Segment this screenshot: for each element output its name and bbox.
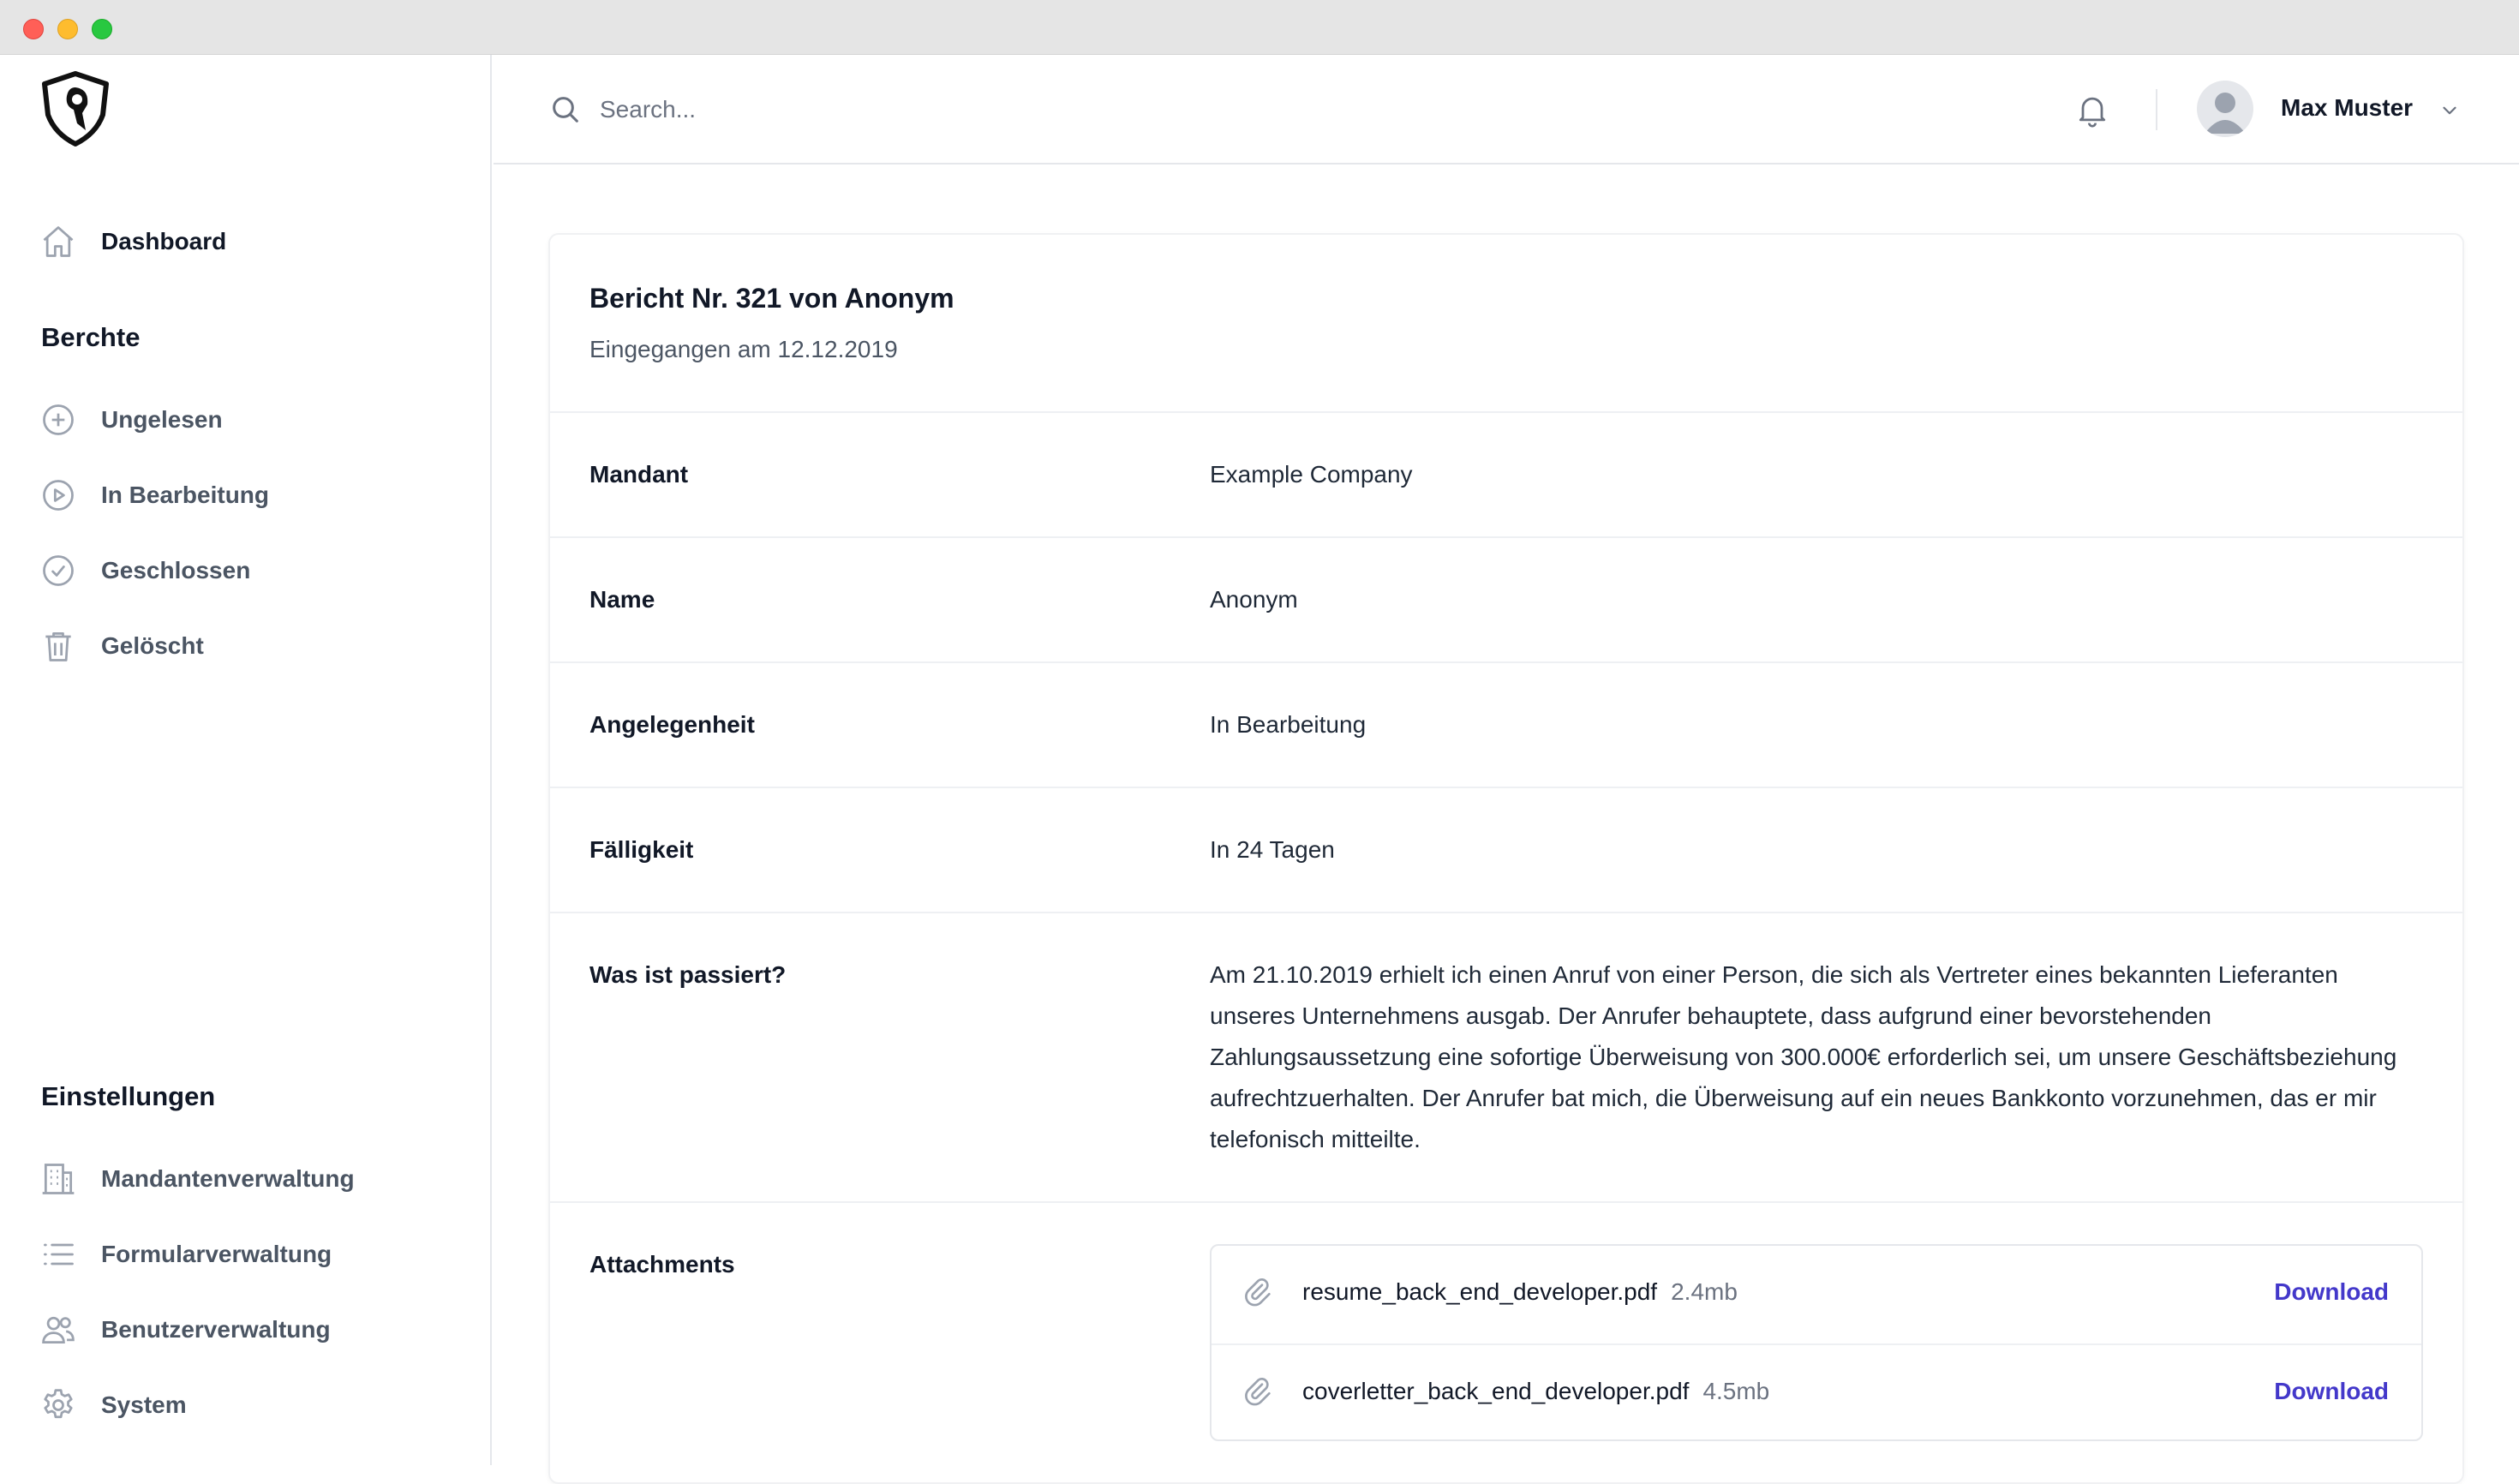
user-menu-name[interactable]: Max Muster: [2281, 94, 2413, 122]
app-logo[interactable]: [39, 70, 111, 147]
field-label-description: Was ist passiert?: [589, 961, 787, 988]
minimize-window-button[interactable]: [57, 19, 78, 39]
sidebar-item-in-bearbeitung[interactable]: In Bearbeitung: [39, 471, 269, 519]
field-value-name: Anonym: [1210, 586, 1298, 613]
field-label-name: Name: [589, 586, 655, 613]
gear-icon: [39, 1386, 77, 1424]
sidebar-item-label: Ungelesen: [101, 406, 223, 433]
user-silhouette-icon: [2205, 93, 2246, 134]
field-value-angelegenheit: In Bearbeitung: [1210, 711, 1367, 738]
sidebar-item-geloescht[interactable]: Gelöscht: [39, 622, 204, 670]
attachment-filename: resume_back_end_developer.pdf 2.4mb: [1302, 1278, 1738, 1306]
sidebar-item-benutzerverwaltung[interactable]: Benutzerverwaltung: [39, 1306, 331, 1354]
download-button[interactable]: Download: [2274, 1378, 2389, 1405]
report-received-date: Eingegangen am 12.12.2019: [589, 336, 898, 362]
close-window-button[interactable]: [23, 19, 44, 39]
topbar-divider: [2156, 89, 2157, 130]
sidebar-item-label: Mandantenverwaltung: [101, 1165, 355, 1192]
download-button[interactable]: Download: [2274, 1278, 2389, 1306]
sidebar-item-geschlossen[interactable]: Geschlossen: [39, 547, 250, 595]
sidebar: Dashboard Berchte Ungelesen In Bearbeitu…: [0, 55, 492, 1465]
attachment-size: 2.4mb: [1671, 1278, 1738, 1305]
sidebar-item-dashboard[interactable]: Dashboard: [39, 218, 226, 266]
search-input[interactable]: [600, 89, 1628, 130]
search-icon: [553, 97, 578, 123]
avatar[interactable]: [2197, 81, 2253, 137]
sidebar-item-label: In Bearbeitung: [101, 482, 270, 508]
paperclip-icon: [1245, 1278, 1271, 1307]
attachment-name: coverletter_back_end_developer.pdf: [1302, 1378, 1690, 1404]
field-label-faelligkeit: Fälligkeit: [589, 836, 694, 863]
reports-heading: Berchte: [41, 322, 141, 352]
chevron-down-icon[interactable]: [2438, 99, 2461, 122]
play-circle-icon: [39, 476, 77, 514]
maximize-window-button[interactable]: [92, 19, 112, 39]
list-icon: [39, 1236, 77, 1273]
row-divider: [550, 912, 2462, 913]
sidebar-item-label: Dashboard: [101, 228, 227, 254]
sidebar-item-mandantenverwaltung[interactable]: Mandantenverwaltung: [39, 1155, 355, 1203]
home-icon: [39, 223, 77, 260]
sidebar-item-label: System: [101, 1391, 187, 1418]
row-divider: [550, 411, 2462, 413]
attachment-filename: coverletter_back_end_developer.pdf 4.5mb: [1302, 1378, 1769, 1405]
check-circle-icon: [39, 552, 77, 589]
settings-heading: Einstellungen: [41, 1081, 216, 1111]
plus-circle-icon: [39, 401, 77, 439]
sidebar-item-label: Gelöscht: [101, 632, 204, 659]
trash-icon: [39, 627, 77, 665]
bell-icon[interactable]: [2073, 89, 2111, 130]
field-label-angelegenheit: Angelegenheit: [589, 711, 755, 738]
window-titlebar: [0, 0, 2519, 55]
page-title: Bericht Nr. 321 von Anonym: [589, 283, 954, 314]
field-label-mandant: Mandant: [589, 461, 689, 488]
users-icon: [39, 1311, 77, 1349]
attachment-size: 4.5mb: [1702, 1378, 1770, 1404]
field-value-faelligkeit: In 24 Tagen: [1210, 836, 1335, 863]
attachment-name: resume_back_end_developer.pdf: [1302, 1278, 1658, 1305]
attachments-list: resume_back_end_developer.pdf 2.4mb Downl…: [1210, 1244, 2423, 1441]
row-divider: [550, 661, 2462, 663]
row-divider: [550, 536, 2462, 538]
sidebar-item-label: Benutzerverwaltung: [101, 1316, 331, 1343]
row-divider: [550, 1201, 2462, 1203]
building-icon: [39, 1160, 77, 1198]
paperclip-icon: [1245, 1378, 1271, 1406]
field-label-attachments: Attachments: [589, 1251, 735, 1278]
field-value-mandant: Example Company: [1210, 461, 1413, 488]
attachment-row: coverletter_back_end_developer.pdf 4.5mb …: [1212, 1343, 2421, 1439]
sidebar-item-label: Formularverwaltung: [101, 1241, 332, 1267]
sidebar-item-label: Geschlossen: [101, 557, 251, 583]
sidebar-item-formularverwaltung[interactable]: Formularverwaltung: [39, 1230, 332, 1278]
sidebar-item-ungelesen[interactable]: Ungelesen: [39, 396, 223, 444]
field-value-description: Am 21.10.2019 erhielt ich einen Anruf vo…: [1210, 961, 2397, 1152]
row-divider: [550, 787, 2462, 788]
attachment-row: resume_back_end_developer.pdf 2.4mb Downl…: [1212, 1246, 2421, 1342]
sidebar-item-system[interactable]: System: [39, 1381, 187, 1429]
